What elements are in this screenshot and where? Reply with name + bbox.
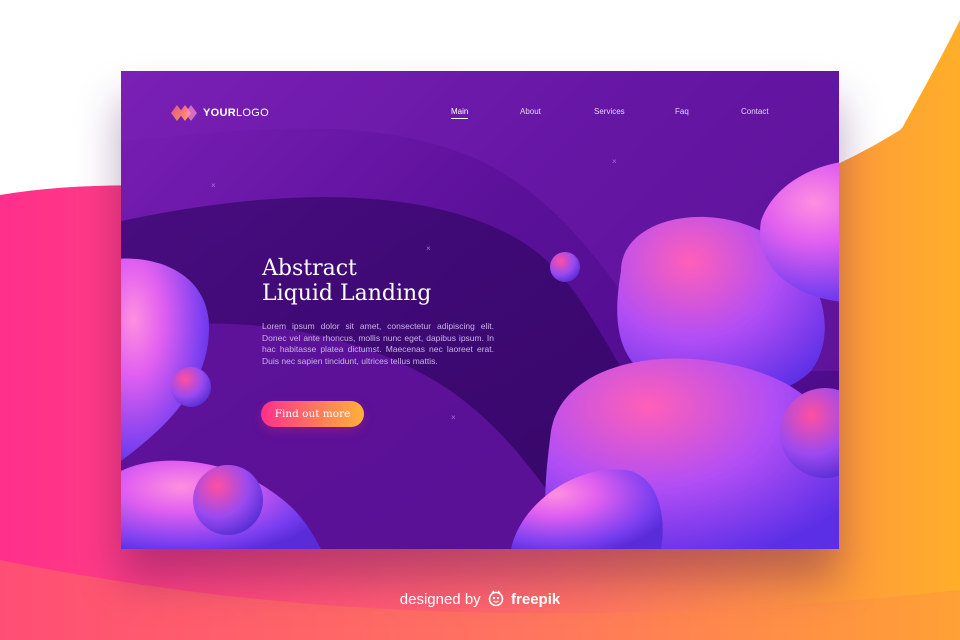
credit-prefix: designed by bbox=[399, 591, 481, 608]
nav-item-services[interactable]: Services bbox=[594, 107, 625, 116]
hero-title-line1: Abstract bbox=[262, 256, 357, 281]
hero-body: Lorem ipsum dolor sit amet, consectetur … bbox=[262, 321, 494, 366]
nav-item-contact[interactable]: Contact bbox=[741, 107, 769, 116]
hero-title-line2: Liquid Landing bbox=[262, 281, 432, 306]
landing-page-card: × × × × × bbox=[121, 71, 839, 549]
attribution: designed by freepik bbox=[0, 589, 960, 608]
freepik-mascot-icon bbox=[488, 590, 504, 607]
liquid-bubbles bbox=[121, 162, 839, 549]
hero-title: Abstract Liquid Landing bbox=[262, 256, 431, 306]
diamond-logo-icon bbox=[171, 105, 197, 121]
nav-item-about[interactable]: About bbox=[520, 107, 541, 116]
nav-item-faq[interactable]: Faq bbox=[675, 107, 689, 116]
logo[interactable]: YOURLOGO bbox=[171, 104, 269, 122]
credit-brand[interactable]: freepik bbox=[511, 591, 560, 608]
nav-item-main[interactable]: Main bbox=[451, 107, 469, 119]
find-out-more-button[interactable]: Find out more bbox=[261, 401, 364, 427]
logo-text: YOURLOGO bbox=[203, 107, 269, 119]
